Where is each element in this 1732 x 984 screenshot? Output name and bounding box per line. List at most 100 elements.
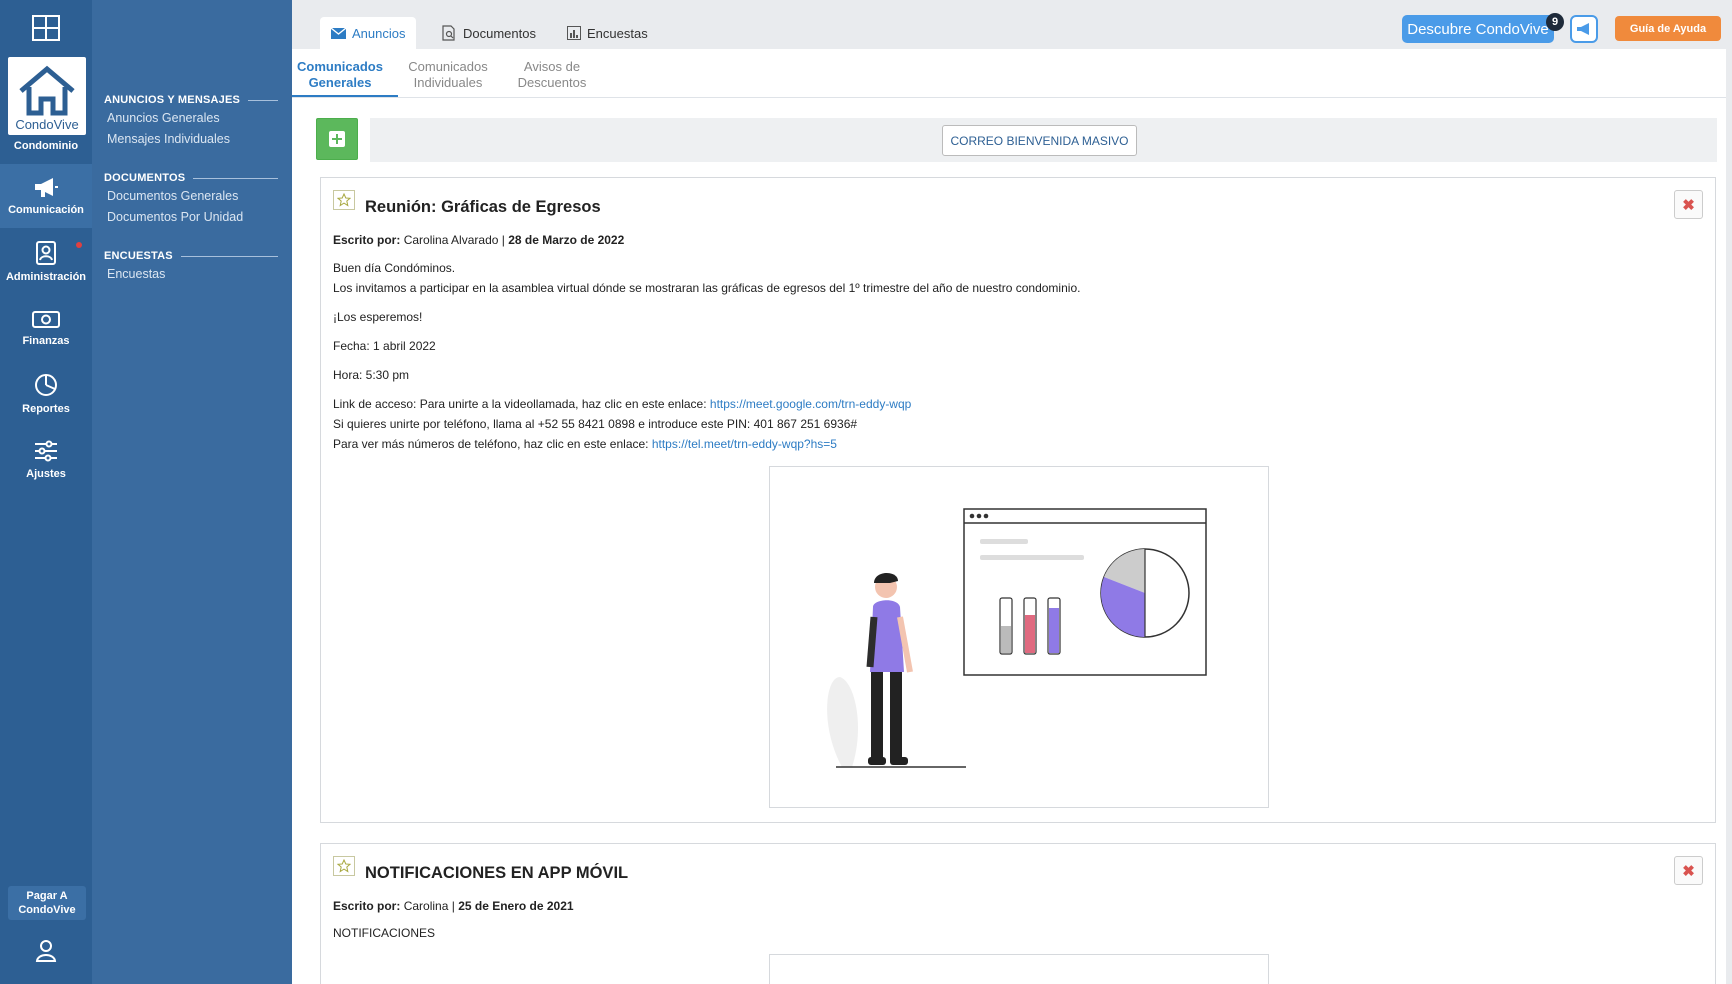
money-icon — [32, 311, 60, 328]
content-panel: Comunicados Generales Comunicados Indivi… — [292, 49, 1726, 984]
post-author: Carolina Alvarado — [403, 233, 499, 247]
megaphone-icon — [1577, 23, 1589, 35]
brand-subtitle: Condominio — [13, 140, 79, 152]
discover-condovive-button[interactable]: Descubre CondoVive — [1402, 15, 1554, 43]
megaphone-icon — [35, 178, 58, 197]
tab-label: Encuestas — [587, 25, 648, 41]
apps-grid-button[interactable] — [0, 0, 92, 56]
rail-item-administracion[interactable]: Administración — [0, 230, 92, 294]
subtab-line2: Generales — [308, 75, 372, 90]
admin-icon — [36, 241, 56, 265]
bar-chart-icon — [567, 26, 581, 40]
link-text: Link de acceso: Para unirte a la videoll… — [333, 397, 710, 411]
delete-post-button[interactable]: ✖ — [1674, 856, 1703, 885]
add-announcement-button[interactable] — [316, 118, 358, 160]
help-guide-button[interactable]: Guía de Ayuda — [1615, 16, 1721, 41]
delete-post-button[interactable]: ✖ — [1674, 190, 1703, 219]
rail-label: Finanzas — [22, 335, 70, 347]
post-more-line: Para ver más números de teléfono, haz cl… — [333, 434, 1693, 454]
post-greeting: Buen día Condóminos. — [333, 261, 456, 275]
condovive-logo[interactable]: CondoVive — [8, 57, 86, 135]
post-attachment-preview — [769, 954, 1269, 984]
sidebar-item-mensajes-individuales[interactable]: Mensajes Individuales — [92, 129, 292, 150]
plus-square-icon — [329, 131, 345, 147]
subtab-line1: Comunicados — [297, 59, 383, 74]
post-phone-line: Si quieres unirte por teléfono, llama al… — [333, 417, 858, 431]
more-text: Para ver más números de teléfono, haz cl… — [333, 437, 652, 451]
rail-item-reportes[interactable]: Reportes — [0, 362, 92, 426]
post-hora: Hora: 5:30 pm — [333, 368, 410, 382]
tel-link[interactable]: https://tel.meet/trn-eddy-wqp?hs=5 — [652, 437, 837, 451]
post-date: 25 de Enero de 2021 — [458, 899, 574, 913]
star-icon — [337, 193, 351, 207]
tab-label: Anuncios — [352, 25, 406, 41]
tab-avisos-descuentos[interactable]: Avisos de Descuentos — [494, 59, 610, 91]
house-logo-icon — [19, 65, 75, 116]
sidebar-item-documentos-generales[interactable]: Documentos Generales — [92, 186, 292, 207]
section-sidebar: ANUNCIOS Y MENSAJES Anuncios Generales M… — [92, 0, 292, 984]
sliders-icon — [35, 440, 57, 462]
favorite-star-button[interactable] — [333, 856, 355, 876]
notification-dot — [76, 242, 82, 248]
post-author: Carolina — [403, 899, 449, 913]
section-anuncios: ANUNCIOS Y MENSAJES Anuncios Generales M… — [92, 92, 292, 150]
envelope-icon — [331, 27, 346, 39]
meet-link[interactable]: https://meet.google.com/trn-eddy-wqp — [710, 397, 911, 411]
pay-condovive-button[interactable]: Pagar A CondoVive — [8, 886, 86, 920]
close-icon: ✖ — [1682, 862, 1695, 880]
user-icon — [35, 940, 57, 962]
tab-label: Documentos — [463, 25, 536, 41]
star-icon — [337, 859, 351, 873]
pay-label-line1: Pagar A — [26, 890, 68, 902]
main-area: Anuncios Documentos Encuestas Descubre C… — [292, 0, 1732, 984]
rail-item-comunicacion[interactable]: Comunicación — [0, 164, 92, 228]
rail-label: Administración — [5, 271, 87, 283]
favorite-star-button[interactable] — [333, 190, 355, 210]
post-body: NOTIFICACIONES — [333, 926, 436, 940]
section-heading: ANUNCIOS Y MENSAJES — [92, 92, 292, 108]
action-bar-background: CORREO BIENVENIDA MASIVO — [370, 118, 1717, 162]
subtab-line2: Descuentos — [517, 75, 587, 90]
section-heading: DOCUMENTOS — [92, 170, 292, 186]
section-documentos: DOCUMENTOS Documentos Generales Document… — [92, 170, 292, 228]
tab-documentos[interactable]: Documentos — [430, 17, 547, 49]
rail-label: Reportes — [22, 403, 70, 415]
rail-item-ajustes[interactable]: Ajustes — [0, 428, 92, 492]
top-tabs: Anuncios Documentos Encuestas Descubre C… — [292, 0, 1732, 49]
chart-icon — [35, 374, 57, 396]
user-profile-button[interactable] — [34, 938, 58, 967]
post-title: NOTIFICACIONES EN APP MÓVIL — [365, 864, 629, 882]
announcements-button[interactable] — [1570, 15, 1598, 43]
section-encuestas: ENCUESTAS Encuestas — [92, 248, 292, 285]
rail-item-finanzas[interactable]: Finanzas — [0, 296, 92, 360]
pay-label-line2: CondoVive — [18, 904, 76, 916]
post-meta: Escrito por: Carolina Alvarado | 28 de M… — [333, 233, 625, 247]
author-label: Escrito por: — [333, 899, 401, 913]
action-bar: CORREO BIENVENIDA MASIVO — [316, 118, 1717, 162]
grid-icon — [32, 15, 60, 41]
sidebar-item-documentos-unidad[interactable]: Documentos Por Unidad — [92, 207, 292, 228]
author-label: Escrito por: — [333, 233, 401, 247]
tab-comunicados-generales[interactable]: Comunicados Generales — [292, 59, 398, 97]
subtab-line1: Comunicados — [408, 59, 488, 74]
sub-tabs: Comunicados Generales Comunicados Indivi… — [292, 49, 1726, 98]
sidebar-item-encuestas[interactable]: Encuestas — [92, 264, 292, 285]
post-illustration — [769, 466, 1269, 808]
post-link-line: Link de acceso: Para unirte a la videoll… — [333, 394, 1693, 414]
post-body: Buen día Condóminos. Los invitamos a par… — [333, 258, 1693, 454]
rail-label: Ajustes — [26, 468, 66, 480]
brand-name: CondoVive — [15, 117, 79, 132]
post-fecha: Fecha: 1 abril 2022 — [333, 339, 436, 353]
rail-label: Comunicación — [8, 204, 84, 216]
discover-count-badge: 9 — [1546, 13, 1564, 31]
icon-rail: CondoVive Condominio Comunicación Admini… — [0, 0, 92, 984]
mass-welcome-mail-button[interactable]: CORREO BIENVENIDA MASIVO — [942, 125, 1137, 156]
post-invite: Los invitamos a participar en la asamble… — [333, 281, 1081, 295]
tab-encuestas[interactable]: Encuestas — [556, 17, 659, 49]
section-heading: ENCUESTAS — [92, 248, 292, 264]
announcement-card: Reunión: Gráficas de Egresos ✖ Escrito p… — [320, 177, 1716, 823]
tab-comunicados-individuales[interactable]: Comunicados Individuales — [390, 59, 506, 91]
subtab-line2: Individuales — [413, 75, 483, 90]
sidebar-item-anuncios-generales[interactable]: Anuncios Generales — [92, 108, 292, 129]
tab-anuncios[interactable]: Anuncios — [320, 17, 417, 49]
